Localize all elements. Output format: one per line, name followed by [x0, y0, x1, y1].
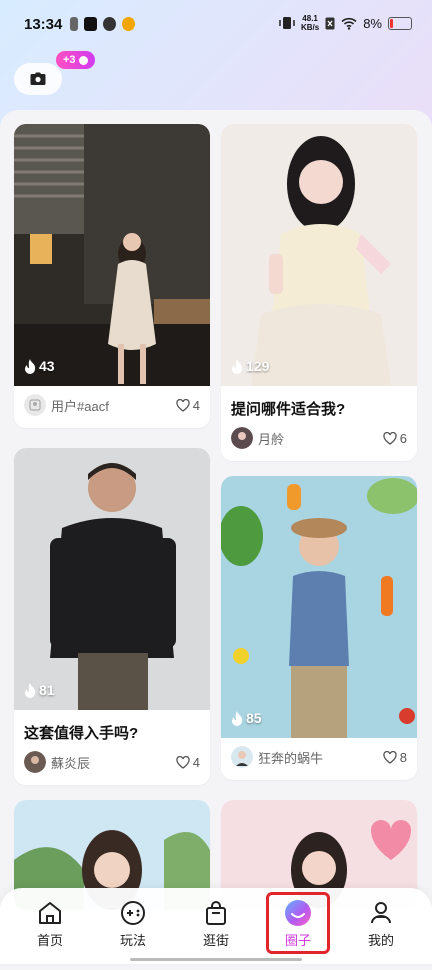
like-button[interactable]: 8: [383, 750, 407, 765]
flame-icon: [232, 710, 243, 726]
nav-home[interactable]: 首页: [18, 896, 82, 954]
heat-count: 81: [24, 682, 55, 698]
like-button[interactable]: 4: [176, 398, 200, 413]
gamepad-icon: [121, 901, 145, 925]
wifi-icon: [341, 17, 357, 30]
sim-icon: [70, 17, 78, 31]
post-photo: [14, 124, 210, 386]
post-image[interactable]: 43: [14, 124, 210, 386]
nav-play[interactable]: 玩法: [101, 896, 165, 954]
vibrate-icon: [279, 17, 295, 29]
post-card[interactable]: 129 提问哪件适合我? 月舲 6: [221, 124, 417, 461]
tiktok-icon: [84, 17, 97, 31]
avatar[interactable]: [231, 746, 253, 768]
post-title[interactable]: 提问哪件适合我?: [221, 386, 417, 419]
avatar[interactable]: [231, 427, 253, 449]
new-badge[interactable]: +3: [56, 51, 95, 69]
flame-icon: [232, 358, 243, 374]
battery-text: 8%: [363, 15, 382, 31]
app-icon: [103, 17, 116, 31]
post-card[interactable]: 43 用户#aacf 4: [14, 124, 210, 428]
heat-value: 81: [39, 682, 55, 698]
username[interactable]: 月舲: [258, 429, 383, 448]
heart-icon: [176, 398, 190, 412]
heat-value: 43: [39, 358, 55, 374]
feed[interactable]: 43 用户#aacf 4 129 提问哪件适合我? 月舲 6 81 这套值得入手…: [0, 110, 432, 970]
heart-icon: [383, 750, 397, 764]
camera-icon: [30, 72, 46, 85]
notification-icons: [70, 17, 135, 31]
nav-play-label: 玩法: [119, 933, 146, 948]
heat-value: 129: [246, 358, 270, 374]
status-right: 48.1 KB/s 8%: [279, 14, 412, 32]
heat-value: 85: [246, 710, 262, 726]
username[interactable]: 蘇炎辰: [51, 753, 176, 772]
avatar[interactable]: [24, 394, 46, 416]
post-meta: 月舲 6: [221, 419, 417, 461]
like-count: 4: [192, 754, 200, 770]
highlight-box: [266, 892, 330, 954]
like-count: 4: [192, 397, 200, 413]
network-speed-unit: KB/s: [300, 23, 320, 32]
post-image[interactable]: 81: [14, 448, 210, 710]
flame-icon: [25, 682, 36, 698]
heat-count: 85: [231, 710, 262, 726]
heart-icon: [383, 431, 397, 445]
post-card[interactable]: 85 狂奔的蜗牛 8: [221, 476, 417, 780]
like-button[interactable]: 6: [383, 431, 407, 446]
heat-count: 129: [231, 358, 269, 374]
post-card[interactable]: 81 这套值得入手吗? 蘇炎辰 4: [14, 448, 210, 785]
username[interactable]: 狂奔的蜗牛: [258, 748, 383, 767]
diamond-icon: [78, 55, 88, 65]
status-bar: 13:34 48.1 KB/s 8%: [0, 0, 432, 50]
home-icon: [39, 902, 61, 924]
shopping-bag-icon: [206, 901, 226, 925]
sim-x-icon: [325, 17, 335, 29]
home-indicator[interactable]: [130, 958, 302, 961]
badge-text: +3: [63, 54, 76, 66]
post-meta: 狂奔的蜗牛 8: [221, 738, 417, 780]
post-image[interactable]: 85: [221, 476, 417, 738]
network-speed-value: 48.1: [302, 14, 318, 23]
like-count: 6: [399, 430, 407, 446]
post-photo: [221, 124, 417, 386]
post-photo: [14, 448, 210, 710]
camera-button[interactable]: [14, 63, 62, 95]
battery-icon: [388, 16, 412, 30]
weibo-icon: [122, 17, 135, 31]
network-speed: 48.1 KB/s: [301, 14, 319, 32]
nav-shop[interactable]: 逛街: [184, 896, 248, 954]
post-title[interactable]: 这套值得入手吗?: [14, 710, 210, 743]
profile-icon: [371, 902, 391, 924]
nav-home-label: 首页: [36, 933, 63, 948]
heat-count: 43: [24, 358, 55, 374]
bottom-nav: 首页 玩法 逛街 圈子 我的: [0, 888, 432, 964]
like-count: 8: [399, 749, 407, 765]
avatar[interactable]: [24, 751, 46, 773]
post-image[interactable]: 129: [221, 124, 417, 386]
nav-profile-label: 我的: [367, 933, 394, 948]
heart-icon: [176, 755, 190, 769]
post-photo: [221, 476, 417, 738]
post-meta: 蘇炎辰 4: [14, 743, 210, 785]
nav-profile[interactable]: 我的: [349, 896, 413, 954]
username[interactable]: 用户#aacf: [51, 396, 176, 415]
post-meta: 用户#aacf 4: [14, 386, 210, 428]
like-button[interactable]: 4: [176, 755, 200, 770]
flame-icon: [25, 358, 36, 374]
nav-shop-label: 逛街: [202, 933, 229, 948]
status-time: 13:34: [24, 16, 63, 33]
